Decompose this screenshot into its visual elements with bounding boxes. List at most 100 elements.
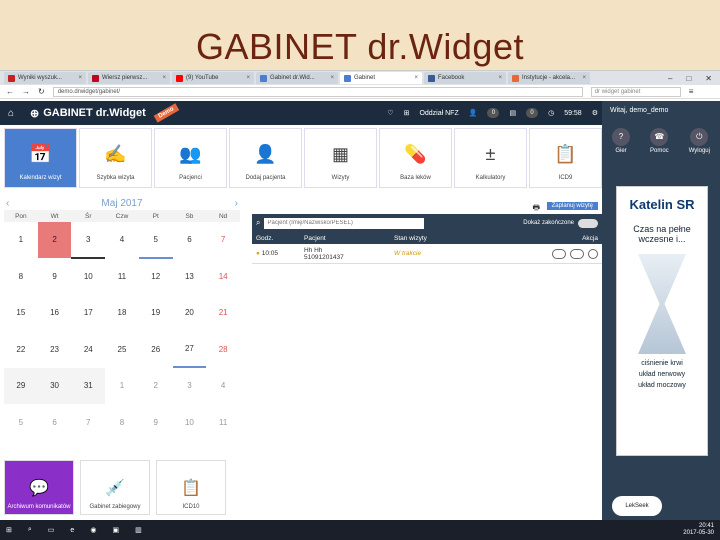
close-tab-icon[interactable]: × xyxy=(330,75,334,81)
browser-tab[interactable]: Gabinet dr.Wid... × xyxy=(256,72,338,84)
calendar-day[interactable]: 17 xyxy=(71,295,106,332)
browser-tab[interactable]: Wiersz pierwsz... × xyxy=(88,72,170,84)
side-action[interactable]: ☎ Pomoc xyxy=(650,128,669,154)
bottom-tile[interactable]: 💬 Archiwum komunikatów xyxy=(4,460,74,515)
tile[interactable]: 👤 Dodaj pacjenta xyxy=(229,128,302,188)
calendar-day[interactable]: 7 xyxy=(206,222,240,259)
tile[interactable]: 💊 Baza leków xyxy=(379,128,452,188)
address-input[interactable]: demo.drwidget/gabinet/ xyxy=(52,86,583,97)
calendar-day[interactable]: 3 xyxy=(71,222,106,259)
search-taskbar-icon[interactable]: ⌕ xyxy=(28,526,32,534)
browser-tab[interactable]: Instytucje - akcela... × xyxy=(508,72,590,84)
browser-tab[interactable]: (9) YouTube × xyxy=(172,72,254,84)
calendar-day[interactable]: 31 xyxy=(71,368,106,405)
prev-month-icon[interactable]: ‹ xyxy=(6,198,9,209)
calendar-day[interactable]: 5 xyxy=(138,222,173,259)
close-tab-icon[interactable]: × xyxy=(582,75,586,81)
calendar-day[interactable]: 20 xyxy=(172,295,207,332)
calendar-day[interactable]: 2 xyxy=(37,222,72,259)
menu-icon[interactable]: ≡ xyxy=(689,87,694,96)
task-view-icon[interactable]: ▭ xyxy=(48,526,55,534)
calendar-day[interactable]: 9 xyxy=(138,405,173,441)
calendar-day[interactable]: 24 xyxy=(71,332,106,368)
calendar-day[interactable]: 14 xyxy=(206,259,240,295)
add-visit-button[interactable]: Zaplanuj wizytę xyxy=(546,202,598,210)
network-icon[interactable]: ⊞ xyxy=(404,109,410,117)
close-tab-icon[interactable]: × xyxy=(78,75,82,81)
calendar-day[interactable]: 4 xyxy=(206,368,240,405)
calendar-day[interactable]: 10 xyxy=(172,405,207,441)
home-icon[interactable]: ⌂ xyxy=(8,108,14,119)
maximize-icon[interactable]: □ xyxy=(686,74,691,83)
calendar-day[interactable]: 25 xyxy=(105,332,139,368)
calendar-day[interactable]: 22 xyxy=(4,332,38,368)
bottom-tile[interactable]: 💉 Gabinet zabiegowy xyxy=(80,460,150,515)
close-icon[interactable]: ✕ xyxy=(705,74,712,83)
firefox-icon[interactable]: ◉ xyxy=(90,526,96,534)
user-icon[interactable]: 👤 xyxy=(469,109,478,117)
calendar-day[interactable]: 30 xyxy=(37,368,72,405)
header-time[interactable]: Godz. xyxy=(256,235,304,242)
browser-tab[interactable]: Gabinet × xyxy=(340,72,422,84)
start-icon[interactable]: ⊞ xyxy=(6,526,12,534)
forward-icon[interactable]: → xyxy=(22,87,30,96)
advertisement[interactable]: Katelin SR Czas na pełne wczesne i... ci… xyxy=(616,186,708,456)
badge-one[interactable]: 0 xyxy=(487,108,500,118)
side-action[interactable]: ⏻ Wyloguj xyxy=(689,128,710,154)
tile[interactable]: 📋 ICD9 xyxy=(529,128,602,188)
document-icon[interactable]: ▤ xyxy=(509,109,516,117)
tile[interactable]: ✍ Szybka wizyta xyxy=(79,128,152,188)
calendar-day[interactable]: 16 xyxy=(37,295,72,332)
close-tab-icon[interactable]: × xyxy=(498,75,502,81)
explorer-icon[interactable]: ▣ xyxy=(112,526,119,534)
clinic-select[interactable]: Oddział NFZ xyxy=(419,110,458,117)
browser-tab[interactable]: Facebook × xyxy=(424,72,506,84)
bottom-tile[interactable]: 📋 ICD10 xyxy=(156,460,226,515)
calendar-day[interactable]: 11 xyxy=(206,405,240,441)
calendar-day[interactable]: 10 xyxy=(71,259,106,295)
minimize-icon[interactable]: – xyxy=(668,74,672,83)
visit-patient[interactable]: Hh Hh 51091201437 xyxy=(304,247,394,261)
table-row[interactable]: ● 10:05 Hh Hh 51091201437 W trakcie xyxy=(252,244,602,264)
calendar-day[interactable]: 7 xyxy=(71,405,106,441)
calendar-day[interactable]: 23 xyxy=(37,332,72,368)
close-tab-icon[interactable]: × xyxy=(414,75,418,81)
tile[interactable]: 👥 Pacjenci xyxy=(154,128,227,188)
patient-search-input[interactable] xyxy=(264,217,425,229)
calendar-day[interactable]: 4 xyxy=(105,222,139,259)
calendar-day[interactable]: 1 xyxy=(4,222,38,259)
print-icon[interactable]: 🖶 xyxy=(532,202,540,216)
calendar-day[interactable]: 15 xyxy=(4,295,38,332)
calendar-day[interactable]: 11 xyxy=(105,259,139,295)
calendar-day[interactable]: 8 xyxy=(105,405,139,441)
reload-icon[interactable]: ↻ xyxy=(38,87,45,96)
calendar-day[interactable]: 29 xyxy=(4,368,38,405)
tile[interactable]: ▦ Wizyty xyxy=(304,128,377,188)
calendar-day[interactable]: 26 xyxy=(138,332,173,368)
next-month-icon[interactable]: › xyxy=(235,198,238,209)
badge-two[interactable]: 0 xyxy=(526,108,539,118)
header-patient[interactable]: Pacjent xyxy=(304,235,394,242)
back-icon[interactable]: ← xyxy=(6,87,14,96)
close-tab-icon[interactable]: × xyxy=(246,75,250,81)
header-status[interactable]: Stan wizyty xyxy=(394,235,514,242)
side-action[interactable]: ? Gier xyxy=(612,128,630,154)
close-tab-icon[interactable]: × xyxy=(162,75,166,81)
calendar-day[interactable]: 2 xyxy=(138,368,173,405)
calendar-day[interactable]: 5 xyxy=(4,405,38,441)
calendar-day[interactable]: 13 xyxy=(172,259,207,295)
edge-icon[interactable]: e xyxy=(70,527,74,534)
calendar-day[interactable]: 21 xyxy=(206,295,240,332)
store-icon[interactable]: ▥ xyxy=(135,526,142,534)
eye-icon[interactable] xyxy=(570,248,584,259)
calendar-day[interactable]: 19 xyxy=(138,295,173,332)
chevron-down-icon[interactable] xyxy=(588,248,598,259)
chat-icon[interactable] xyxy=(552,248,566,259)
calendar-day[interactable]: 6 xyxy=(37,405,72,441)
calendar-day[interactable]: 27 xyxy=(172,332,207,368)
calendar-day[interactable]: 28 xyxy=(206,332,240,368)
bell-icon[interactable]: ♡ xyxy=(387,109,393,117)
browser-tab[interactable]: Wyniki wyszuk... × xyxy=(4,72,86,84)
calendar-day[interactable]: 12 xyxy=(138,259,173,295)
tile[interactable]: ± Kalkulatory xyxy=(454,128,527,188)
